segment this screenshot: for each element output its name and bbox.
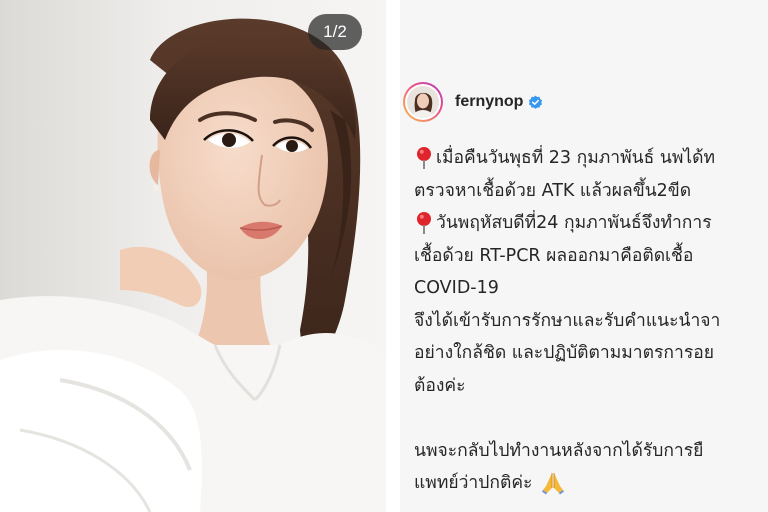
caption-line: แพทย์ว่าปกติค่ะ [414,467,768,500]
caption-text: แพทย์ว่าปกติค่ะ [414,473,533,493]
caption-line: COVID-19 [414,272,768,305]
username[interactable]: fernynop [455,93,523,111]
media-counter-badge: 1/2 [308,14,362,50]
caption-text: ต้องค่ะ [414,375,466,396]
caption-text: อย่างใกล้ชิด และปฏิบัติตามมาตรการอย [414,343,714,363]
caption-line: ต้องค่ะ [414,370,768,403]
caption-line: อย่างใกล้ชิด และปฏิบัติตามมาตรการอย [414,337,768,370]
caption-line: ตรวจหาเชื้อด้วย ATK แล้วผลขึ้น2ขีด [414,175,768,208]
caption-line: จึงได้เข้ารับการรักษาและรับคำแนะนำจา [414,305,768,338]
caption-text: นพจะกลับไปทำงานหลังจากได้รับการยื [414,440,704,461]
verified-badge-icon [529,95,543,109]
caption-line: เมื่อคืนวันพุธที่ 23 กุมภาพันธ์ นพได้ท [414,142,768,175]
portrait-photo [0,0,386,512]
post-header: fernynop [400,72,768,132]
story-ring[interactable] [403,82,443,122]
post-caption-panel: fernynop เมื่อคืนวันพุธที่ 23 กุมภาพันธ์… [400,0,768,512]
caption-line: นพจะกลับไปทำงานหลังจากได้รับการยื [414,435,768,468]
caption-line: วันพฤหัสบดีที่24 กุมภาพันธ์จึงทำการ [414,207,768,240]
caption-text: เชื้อด้วย RT-PCR ผลออกมาคือติดเชื้อ [414,245,694,266]
caption-line: เชื้อด้วย RT-PCR ผลออกมาคือติดเชื้อ [414,240,768,273]
caption-text: COVID-19 [414,278,499,298]
post-caption: เมื่อคืนวันพุธที่ 23 กุมภาพันธ์ นพได้ท ต… [414,142,768,500]
folded-hands-icon [542,473,565,495]
caption-text: จึงได้เข้ารับการรักษาและรับคำแนะนำจา [414,310,721,331]
round-pushpin-icon [417,147,431,170]
post-photo[interactable]: 1/2 [0,0,386,512]
caption-text: เมื่อคืนวันพุธที่ 23 กุมภาพันธ์ นพได้ท [436,148,716,168]
caption-text: ตรวจหาเชื้อด้วย ATK แล้วผลขึ้น2ขีด [414,180,692,201]
caption-text: วันพฤหัสบดีที่24 กุมภาพันธ์จึงทำการ [436,213,712,233]
round-pushpin-icon [417,212,431,235]
avatar[interactable] [407,86,439,118]
panel-divider [386,0,400,512]
